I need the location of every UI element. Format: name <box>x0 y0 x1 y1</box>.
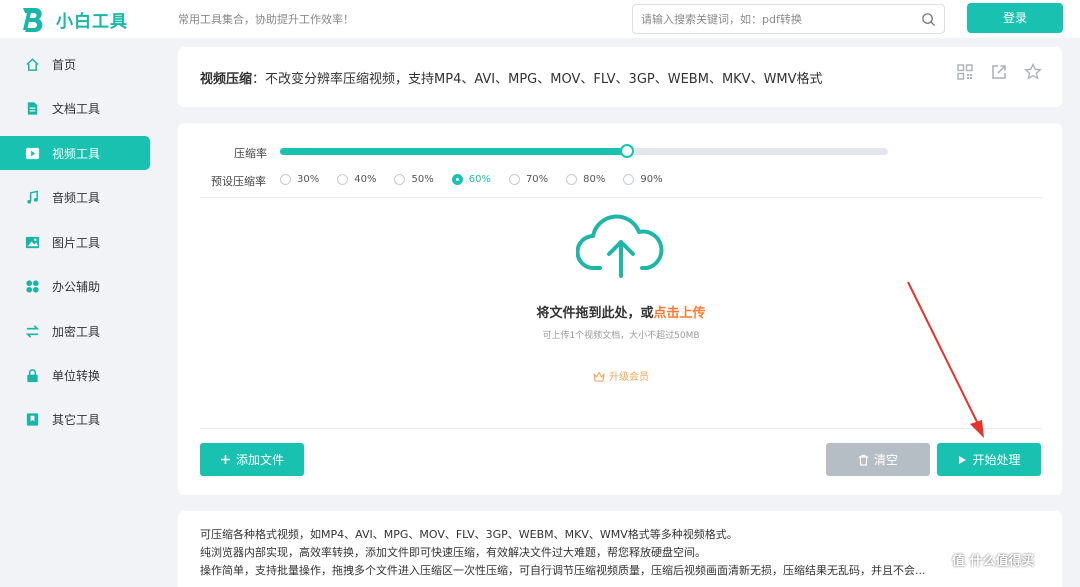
sidebar-item-label: 文档工具 <box>52 101 101 116</box>
sidebar-item-label: 音频工具 <box>52 190 101 205</box>
radio-dot <box>280 174 291 185</box>
logo[interactable]: 小白工具 <box>20 4 128 34</box>
tool-title: 视频压缩：不改变分辨率压缩视频，支持MP4、AVI、MPG、MOV、FLV、3G… <box>200 68 823 87</box>
image-icon <box>25 236 40 248</box>
radio-label: 40% <box>354 174 377 185</box>
compress-rate-slider[interactable] <box>280 144 888 158</box>
tool-description: ：不改变分辨率压缩视频，支持MP4、AVI、MPG、MOV、FLV、3GP、WE… <box>252 72 823 87</box>
preset-radio-80[interactable]: 80% <box>566 174 605 185</box>
description-line: 可压缩各种格式视频，如MP4、AVI、MPG、MOV、FLV、3GP、WEBM、… <box>200 528 738 541</box>
search-icon[interactable] <box>921 12 936 27</box>
clear-label: 清空 <box>873 453 898 467</box>
click-upload-link[interactable]: 点击上传 <box>654 306 706 321</box>
slider-handle[interactable] <box>619 144 634 158</box>
plus-icon <box>220 455 230 464</box>
sidebar-item-video-tools[interactable]: 视频工具 <box>0 136 150 170</box>
upload-hint: 可上传1个视频文档，大小不超过50MB <box>542 331 700 341</box>
slider-fill <box>280 148 627 155</box>
sidebar-item-label: 办公辅助 <box>52 279 101 294</box>
crown-icon <box>593 371 605 382</box>
sidebar-item-label: 其它工具 <box>52 412 101 427</box>
radio-dot <box>623 174 635 185</box>
compress-rate-label: 压缩率 <box>234 147 267 160</box>
search-input[interactable] <box>641 10 911 28</box>
radio-dot <box>451 174 463 185</box>
watermark: 值 什么值得买 <box>952 554 1035 569</box>
sidebar-item-label: 单位转换 <box>52 368 101 383</box>
radio-dot <box>337 174 349 185</box>
drop-instruction: 将文件拖到此处，或点击上传 <box>200 302 1042 321</box>
logo-icon <box>23 8 43 33</box>
office-icon <box>26 279 39 293</box>
upgrade-vip-link[interactable]: 升级会员 <box>200 368 1042 383</box>
start-process-label: 开始处理 <box>972 453 1021 467</box>
cloud-upload-icon <box>576 214 664 278</box>
home-icon <box>26 57 39 71</box>
sidebar-item-image-tools[interactable]: 图片工具 <box>0 225 150 259</box>
start-process-button[interactable]: 开始处理 <box>937 443 1041 476</box>
description-line: 纯浏览器内部实现，高效率转换，添加文件即可快速压缩，有效解决文件过大难题，帮您释… <box>200 546 706 559</box>
preset-rate-options: 30% 40% 50% 60% 70% 80% 90% <box>280 174 681 185</box>
slogan: 常用工具集合，协助提升工作效率！ <box>178 13 354 26</box>
sidebar-item-document-tools[interactable]: 文档工具 <box>0 91 150 125</box>
login-button[interactable]: 登录 <box>967 3 1063 33</box>
sidebar-item-unit-convert[interactable]: 单位转换 <box>0 358 150 392</box>
sidebar-item-other-tools[interactable]: 其它工具 <box>0 402 150 436</box>
sidebar-item-audio-tools[interactable]: 音频工具 <box>0 180 150 214</box>
sidebar-item-home[interactable]: 首页 <box>0 47 150 81</box>
play-icon <box>959 455 967 464</box>
radio-label: 80% <box>583 174 606 185</box>
preset-radio-30[interactable]: 30% <box>280 174 319 185</box>
add-file-label: 添加文件 <box>235 453 284 467</box>
preset-radio-50[interactable]: 50% <box>394 174 434 185</box>
compress-panel: 压缩率 预设压缩率 30% 40% 50% 60% 70% 80% 90% 将文… <box>178 123 1062 495</box>
upload-drop-zone[interactable]: 将文件拖到此处，或点击上传 可上传1个视频文档，大小不超过50MB 升级会员 <box>200 198 1042 428</box>
share-icon[interactable] <box>990 63 1008 81</box>
drop-text: 将文件拖到此处，或 <box>536 306 654 321</box>
sidebar-item-label: 首页 <box>52 57 77 72</box>
upgrade-vip-label: 升级会员 <box>609 372 649 383</box>
qrcode-icon[interactable] <box>956 63 974 81</box>
preset-rate-label: 预设压缩率 <box>211 175 266 188</box>
radio-dot <box>394 174 406 185</box>
lock-icon <box>27 368 38 382</box>
encrypt-icon <box>25 324 40 338</box>
sidebar-item-label: 视频工具 <box>52 146 101 161</box>
video-icon <box>25 147 40 159</box>
sidebar-item-encrypt-tools[interactable]: 加密工具 <box>0 314 150 348</box>
radio-label: 70% <box>525 174 549 185</box>
radio-dot <box>566 174 578 185</box>
radio-label: 60% <box>468 174 491 185</box>
logo-text: 小白工具 <box>56 11 128 32</box>
radio-label: 50% <box>411 174 434 185</box>
trash-icon <box>858 454 868 466</box>
clear-button[interactable]: 清空 <box>826 443 930 476</box>
preset-radio-90[interactable]: 90% <box>623 174 663 185</box>
description-line: 操作简单，支持批量操作，拖拽多个文件进入压缩区一次性压缩，可自行调节压缩视频质量… <box>200 564 926 577</box>
preset-radio-70[interactable]: 70% <box>508 174 549 185</box>
divider <box>200 428 1042 429</box>
music-icon <box>27 189 38 204</box>
radio-dot <box>508 174 520 185</box>
document-icon <box>27 101 38 115</box>
sidebar-item-office-tools[interactable]: 办公辅助 <box>0 269 150 303</box>
add-file-button[interactable]: 添加文件 <box>200 443 304 476</box>
radio-label: 90% <box>640 174 663 185</box>
sidebar-item-label: 加密工具 <box>52 324 101 339</box>
bookmark-icon <box>26 412 39 426</box>
tool-description-card: 可压缩各种格式视频，如MP4、AVI、MPG、MOV、FLV、3GP、WEBM、… <box>178 511 1062 587</box>
preset-radio-40[interactable]: 40% <box>337 174 376 185</box>
sidebar: 首页 文档工具 视频工具 音频工具 图片工具 办公辅助 加密工具 单位转换 其它… <box>0 38 162 587</box>
tool-title-card: 视频压缩：不改变分辨率压缩视频，支持MP4、AVI、MPG、MOV、FLV、3G… <box>178 47 1062 107</box>
title-actions <box>956 63 1042 81</box>
star-icon[interactable] <box>1024 63 1042 81</box>
sidebar-item-label: 图片工具 <box>52 235 101 250</box>
top-header: 小白工具 常用工具集合，协助提升工作效率！ 登录 <box>0 0 1080 38</box>
tool-name: 视频压缩 <box>200 72 253 87</box>
radio-label: 30% <box>297 174 320 185</box>
preset-radio-60[interactable]: 60% <box>451 174 491 185</box>
search-box[interactable] <box>632 4 945 34</box>
